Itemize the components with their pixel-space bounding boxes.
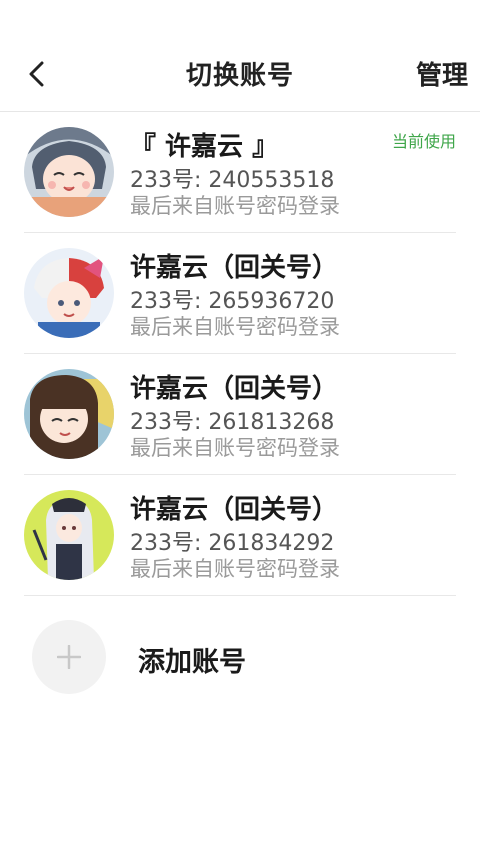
manage-button[interactable]: 管理 [416, 55, 468, 92]
login-method: 最后来自账号密码登录 [130, 315, 340, 339]
account-list: 『 许嘉云 』 233号: 240553518 最后来自账号密码登录 当前使用 … [0, 112, 480, 596]
login-method: 最后来自账号密码登录 [130, 194, 340, 218]
account-name: 许嘉云（回关号） [130, 495, 339, 525]
top-bar: 切换账号 管理 [0, 0, 480, 112]
add-account-button[interactable]: 添加账号 [0, 600, 480, 712]
add-account-label: 添加账号 [138, 647, 246, 678]
account-name: 『 许嘉云 』 [130, 132, 279, 162]
account-item[interactable]: 『 许嘉云 』 233号: 240553518 最后来自账号密码登录 当前使用 [0, 112, 480, 233]
avatar [24, 369, 114, 459]
login-method: 最后来自账号密码登录 [130, 557, 340, 581]
avatar [24, 490, 114, 580]
add-account-circle [32, 620, 106, 694]
login-method: 最后来自账号密码登录 [130, 436, 340, 460]
account-item[interactable]: 许嘉云（回关号） 233号: 261834292 最后来自账号密码登录 [0, 475, 480, 596]
page-title: 切换账号 [185, 61, 294, 91]
plus-icon [57, 645, 81, 669]
account-name: 许嘉云（回关号） [130, 253, 339, 283]
account-name: 许嘉云（回关号） [130, 374, 339, 404]
divider [24, 595, 456, 596]
account-item[interactable]: 许嘉云（回关号） 233号: 265936720 最后来自账号密码登录 [0, 233, 480, 354]
account-item[interactable]: 许嘉云（回关号） 233号: 261813268 最后来自账号密码登录 [0, 354, 480, 475]
avatar [24, 248, 114, 338]
avatar [24, 127, 114, 217]
current-account-badge: 当前使用 [391, 132, 456, 151]
